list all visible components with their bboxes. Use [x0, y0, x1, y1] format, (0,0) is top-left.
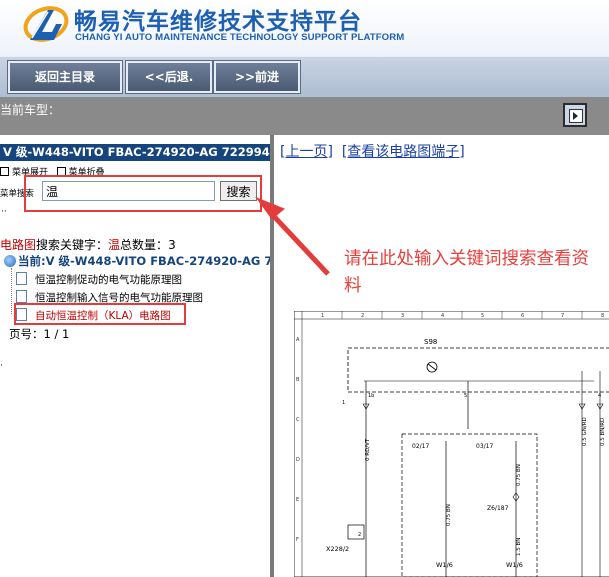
col-number: 6 [521, 313, 524, 319]
col-number: 3 [401, 313, 404, 319]
prev-page-link[interactable]: [上一页] [280, 144, 333, 160]
forward-button[interactable]: >>前进 [214, 61, 300, 93]
current-model-label: 当前车型： [0, 103, 61, 117]
brand-subtitle: CHANG YI AUTO MAINTENANCE TECHNOLOGY SUP… [75, 32, 405, 43]
back-button[interactable]: <<后退. [126, 61, 212, 93]
page-label: 页号： [9, 327, 44, 341]
wire-label: 0.75 BN [446, 504, 452, 526]
document-icon [16, 272, 27, 285]
wire-label: 1.5 BN [516, 538, 522, 556]
arrow-right-icon [573, 112, 578, 120]
pin-label: 2 [358, 532, 361, 538]
home-button[interactable]: 返回主目录 [8, 61, 122, 93]
row-letter: A [296, 337, 300, 343]
brand-title: 畅易汽车维修技术支持平台 [74, 9, 362, 35]
result-category: 电路图 [0, 238, 37, 252]
connector-label: 02/17 [412, 443, 429, 450]
wire-label: 0.5 BN/RD [600, 418, 606, 446]
pin-label: 1 [342, 400, 345, 406]
tree-root[interactable]: 当前:V 级-W448-VITO FBAC-274920-AG 7 [4, 253, 272, 269]
content-links: [上一页] [查看该电路图端子] [280, 141, 465, 161]
row-letter: C [296, 417, 300, 423]
model-bar: 当前车型： [0, 97, 609, 135]
content-pane: [上一页] [查看该电路图端子] 请在此处输入关键词搜索查看资料 1 2 3 4… [274, 135, 609, 577]
separator-dots: ·· [1, 207, 7, 217]
row-letter: E [296, 497, 299, 503]
row-letter: F [296, 537, 299, 543]
tree-item-label: 恒温控制促动的电气功能原理图 [35, 274, 182, 286]
app-header: 畅易汽车维修技术支持平台 CHANG YI AUTO MAINTENANCE T… [0, 0, 609, 56]
result-highlight-box [14, 303, 186, 325]
search-highlight-box [24, 175, 262, 212]
result-total-label: 总数量： [120, 238, 169, 252]
pin-label: 1b [368, 393, 374, 399]
col-number: 8 [601, 313, 604, 319]
separator-dots: · [0, 361, 3, 371]
col-number: 1 [321, 313, 324, 319]
col-number: 2 [361, 313, 364, 319]
expand-icon [0, 167, 9, 176]
connector-label: 03/17 [476, 443, 493, 450]
page-value: 1 / 1 [43, 327, 70, 341]
result-total: 3 [168, 238, 176, 252]
nav-bar: 返回主目录 <<后退. >>前进 [0, 56, 609, 98]
annotation-text: 请在此处输入关键词搜索查看资料 [344, 249, 589, 296]
component-label: S98 [424, 338, 437, 346]
tree-item[interactable]: 恒温控制促动的电气功能原理图 [16, 272, 182, 287]
sidebar: V 级-W448-VITO FBAC-274920-AG 722994 菜单展开… [0, 135, 272, 577]
wiring-diagram[interactable]: 1 2 3 4 5 6 7 8 A B C D E F S98 1 1b 5 4… [294, 311, 609, 577]
wire-label: 0 RD/VT [365, 438, 371, 461]
globe-icon [4, 255, 16, 267]
result-keyword-label: 搜索关键字： [36, 238, 109, 252]
pin-label: 5 [464, 393, 467, 399]
search-result-header: 电路图搜索关键字：温总数量：3 [0, 236, 176, 253]
result-keyword: 温 [108, 238, 121, 252]
vehicle-title: V 级-W448-VITO FBAC-274920-AG 722994 [0, 144, 270, 161]
tree-root-label: 当前:V 级-W448-VITO FBAC-274920-AG 7 [18, 254, 273, 268]
view-terminals-link[interactable]: [查看该电路图端子] [342, 144, 465, 160]
wire-label: 0.75 BN [516, 464, 522, 486]
ground-label: W1/6 [506, 561, 523, 569]
brand-logo-icon [23, 6, 69, 42]
ground-label: W1/6 [436, 561, 453, 569]
sidebar-toggle-button[interactable] [563, 103, 587, 127]
connector-label: X228/2 [326, 545, 349, 553]
pin-label: 4 [598, 393, 601, 399]
page-indicator: 页号：1 / 1 [9, 326, 69, 342]
tree-connector [11, 268, 12, 314]
document-icon [16, 290, 27, 303]
wire-label: 0.5 GN/RD [582, 417, 588, 446]
splice-label: Z6/187 [487, 505, 509, 512]
row-letter: D [296, 457, 300, 463]
col-number: 5 [481, 313, 484, 319]
col-number: 4 [441, 313, 444, 319]
col-number: 7 [561, 313, 564, 319]
row-letter: B [296, 377, 300, 383]
